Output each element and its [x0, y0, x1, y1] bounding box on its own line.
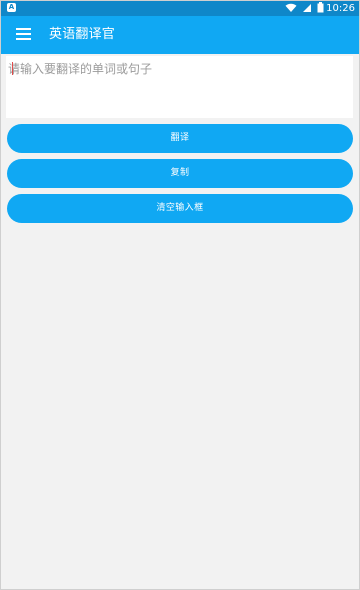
app-title: 英语翻译官 [49, 27, 116, 42]
status-time: 10:26 [326, 3, 355, 14]
status-bar: A 10:26 [1, 1, 359, 16]
copy-button[interactable]: 复制 [7, 159, 353, 188]
translate-button[interactable]: 翻译 [7, 124, 353, 153]
notification-app-icon: A [7, 3, 16, 12]
battery-icon [317, 2, 324, 13]
clear-input-button[interactable]: 清空输入框 [7, 194, 353, 223]
status-icons [285, 2, 324, 13]
app-bar: 英语翻译官 [1, 16, 359, 54]
app-screen: A 10:26 英语翻译官 翻译 复制 清空输入框 [0, 0, 360, 590]
cell-signal-icon [303, 3, 311, 12]
translation-input[interactable] [6, 56, 353, 118]
menu-icon[interactable] [16, 28, 31, 41]
text-cursor [12, 62, 13, 75]
wifi-icon [285, 3, 297, 12]
translation-input-container[interactable] [6, 56, 353, 118]
